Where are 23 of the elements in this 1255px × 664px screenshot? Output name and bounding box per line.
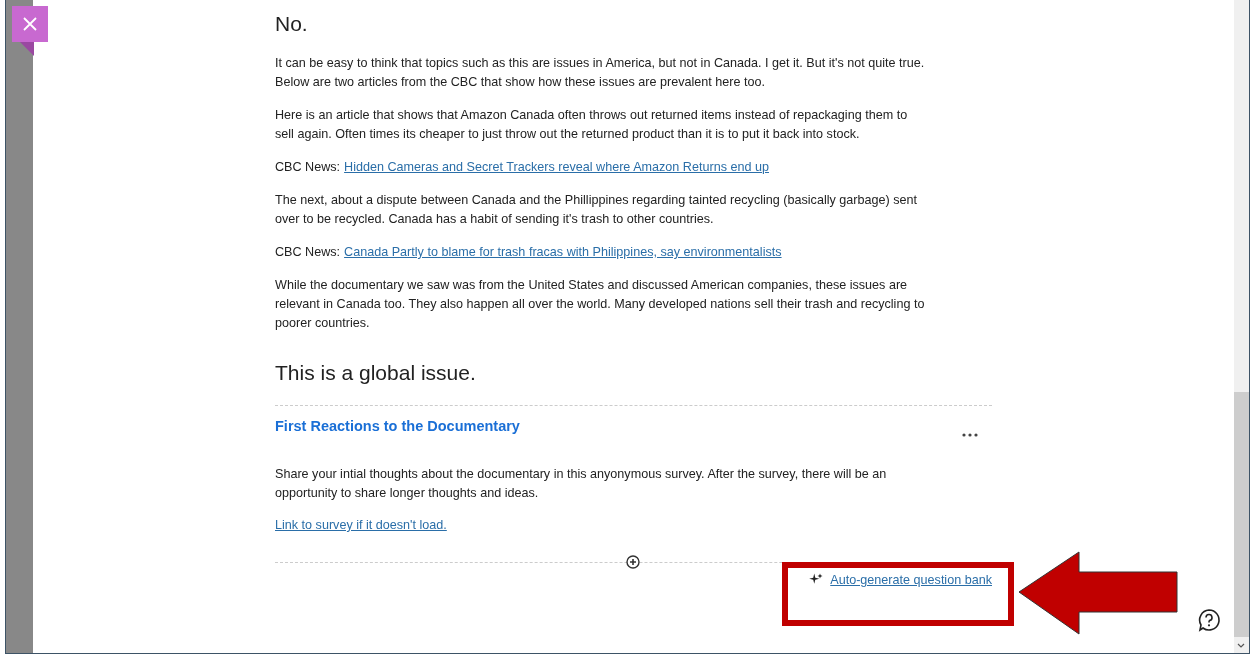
- source-label: CBC News:: [275, 159, 341, 176]
- close-button[interactable]: [12, 6, 48, 42]
- tab-fold: [20, 42, 34, 56]
- paragraph: The next, about a dispute between Canada and the Phillippines regarding tainted recycling (basically garbage) sent over to be recycled. Canada has a habit of sending it's trash to other countries.: [275, 192, 918, 228]
- section-heading: No.: [275, 12, 309, 36]
- paragraph: Here is an article that shows that Amazon Canada often throws out returned items instead of repackaging them to sell again. Often times its cheaper to just throw out the returned product than it is to put it back into stock.: [275, 107, 909, 143]
- pointing-arrow-icon: [1017, 550, 1181, 636]
- survey-link[interactable]: Link to survey if it doesn't load.: [275, 518, 447, 532]
- help-icon[interactable]: [1197, 608, 1221, 632]
- scroll-down-icon[interactable]: [1237, 643, 1245, 649]
- add-content-icon[interactable]: [626, 555, 640, 569]
- paragraph: It can be easy to think that topics such as this are issues in America, but not in Canada. I get it. But it's not quite true. Below are two articles from the CBC that show how these issues are prevalent here too.: [275, 55, 926, 91]
- item-description: Share your intial thoughts about the documentary in this anyonymous survey. After the survey, there will be an opportunity to share longer thoughts and ideas.: [275, 466, 888, 502]
- article-link[interactable]: Canada Partly to blame for trash fracas with Philippines, say environmentalists: [344, 243, 782, 262]
- section-heading: This is a global issue.: [275, 361, 477, 385]
- source-label: CBC News:: [275, 244, 341, 261]
- auto-generate-link[interactable]: Auto-generate question bank: [830, 573, 992, 587]
- close-icon: [23, 17, 37, 31]
- article-link[interactable]: Hidden Cameras and Secret Trackers reveal where Amazon Returns end up: [344, 158, 769, 177]
- paragraph: While the documentary we saw was from the United States and discussed American companies, these issues are relevant in Canada too. They also happen all over the world. Many developed nations sell their trash and recycling to poorer countries.: [275, 277, 926, 332]
- scrollbar-thumb[interactable]: [1234, 392, 1249, 637]
- more-options-icon[interactable]: [962, 433, 978, 437]
- item-title[interactable]: First Reactions to the Documentary: [275, 418, 520, 434]
